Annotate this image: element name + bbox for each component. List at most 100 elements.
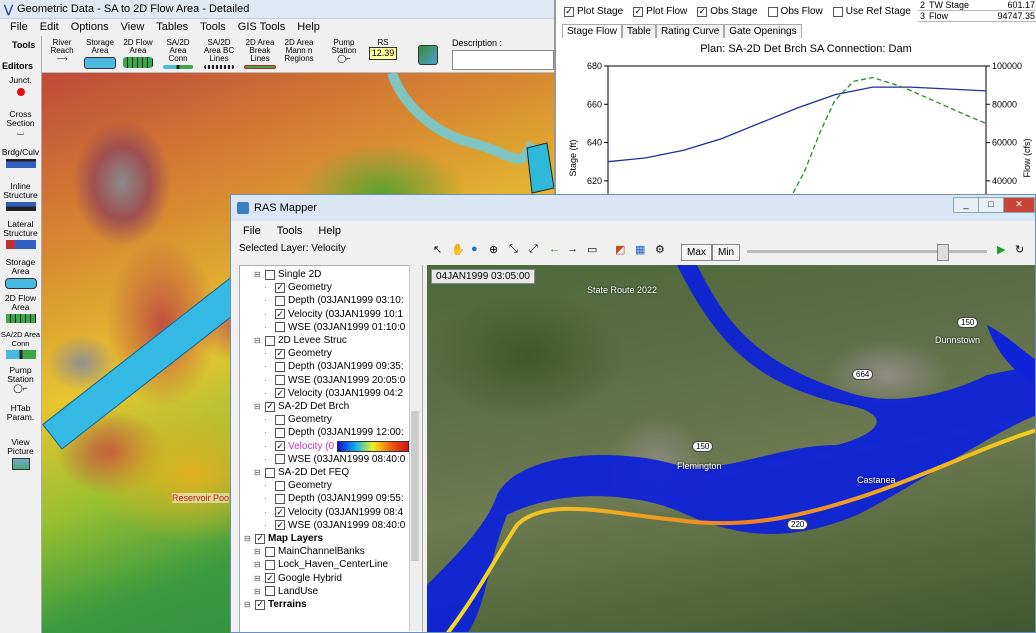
flow-area-2d-button[interactable]: 2D Flow Area <box>120 38 156 70</box>
sa-2d-conn-button[interactable]: SA/2D Area Conn <box>158 38 198 70</box>
mann-regions-button[interactable]: 2D Area Mann n Regions <box>281 38 317 70</box>
storage-area-button[interactable]: Storage Area <box>83 38 117 70</box>
menu-file[interactable]: File <box>4 21 34 33</box>
expander-icon[interactable]: ⊟ <box>254 336 262 345</box>
refresh-icon[interactable]: ↻ <box>1015 243 1024 256</box>
layer-checkbox[interactable]: ✓ <box>265 401 275 412</box>
tree-item[interactable]: ⊟ ✓ SA-2D Det Brch <box>254 400 349 413</box>
tree-item[interactable]: · ✓ Velocity (03JAN1999 10:1 <box>264 308 403 321</box>
geo-titlebar[interactable]: ⋁ Geometric Data - SA to 2D Flow Area - … <box>0 0 554 19</box>
expander-icon[interactable]: ⊟ <box>254 270 262 279</box>
storage-area-editor-button[interactable]: Storage Area <box>0 258 41 289</box>
htab-param-button[interactable]: HTab Param. <box>0 404 41 422</box>
tree-item[interactable]: · ✓ WSE (03JAN1999 08:40:0 <box>264 519 405 532</box>
layer-checkbox[interactable]: ✓ <box>275 282 285 293</box>
cross-section-button[interactable]: Cross Section ⌴ <box>0 110 41 137</box>
layer-checkbox[interactable] <box>275 427 285 438</box>
zoom-in-icon[interactable]: ⊕ <box>489 243 498 256</box>
ras-menu-tools[interactable]: Tools <box>277 225 303 237</box>
expander-icon[interactable]: ⊟ <box>254 547 262 556</box>
tree-item[interactable]: · WSE (03JAN1999 08:40:0 <box>264 453 405 466</box>
close-button[interactable]: ✕ <box>1003 197 1035 213</box>
time-slider[interactable] <box>747 250 987 253</box>
layer-checkbox[interactable] <box>275 454 285 465</box>
menu-tables[interactable]: Tables <box>150 21 194 33</box>
forward-arrow-icon[interactable]: → <box>567 243 578 255</box>
full-extent-icon[interactable]: ⤢ <box>529 243 538 256</box>
ras-map-view[interactable]: 04JAN1999 03:05:00 State Route 2022 Dunn… <box>427 265 1035 632</box>
max-button[interactable]: Max <box>681 244 712 261</box>
layer-checkbox[interactable] <box>265 467 275 478</box>
layer-checkbox[interactable]: ✓ <box>255 599 265 610</box>
pointer-icon[interactable]: ↖ <box>433 243 442 256</box>
expander-icon[interactable]: ⊟ <box>254 574 262 583</box>
layer-style-icon[interactable]: ◩ <box>615 243 625 256</box>
time-slider-thumb[interactable] <box>937 244 949 261</box>
junction-button[interactable]: Junct. <box>0 76 41 96</box>
menu-tools[interactable]: Tools <box>194 21 232 33</box>
plot-stage-checkbox[interactable]: ✓ Plot Stage <box>564 6 623 17</box>
tree-item[interactable]: · WSE (03JAN1999 20:05:0 <box>264 374 405 387</box>
expander-icon[interactable]: ⊟ <box>244 534 252 543</box>
layer-checkbox[interactable]: ✓ <box>275 348 285 359</box>
layer-checkbox[interactable] <box>275 480 285 491</box>
use-ref-stage-checkbox[interactable]: Use Ref Stage <box>832 6 911 17</box>
obs-flow-checkbox[interactable]: Obs Flow <box>767 6 823 17</box>
map-icon-button[interactable] <box>417 38 439 70</box>
tree-item[interactable]: ⊟ 2D Levee Struc <box>254 334 347 347</box>
tab-rating-curve[interactable]: Rating Curve <box>655 24 725 38</box>
expander-icon[interactable]: ⊟ <box>244 600 252 609</box>
tree-item[interactable]: · ✓ Velocity (03JAN1999 08:4 <box>264 506 403 519</box>
expander-icon[interactable]: ⊟ <box>254 402 262 411</box>
tree-item[interactable]: ⊟ Single 2D <box>254 268 321 281</box>
back-arrow-icon[interactable]: ← <box>549 243 560 255</box>
tree-scrollbar-thumb[interactable] <box>411 411 419 561</box>
sa-2d-conn-editor-button[interactable]: SA/2D Area Conn <box>0 330 41 359</box>
tree-item[interactable]: · ✓ Geometry <box>264 347 332 360</box>
tree-item[interactable]: · ✓ Velocity (03JAN1999 04:2 <box>264 387 403 400</box>
menu-options[interactable]: Options <box>65 21 115 33</box>
expander-icon[interactable]: ⊟ <box>254 468 262 477</box>
layer-checkbox[interactable] <box>265 335 275 346</box>
globe-icon[interactable]: ● <box>471 243 478 255</box>
layer-checkbox[interactable] <box>265 269 275 280</box>
tree-item[interactable]: ⊟ SA-2D Det FEQ <box>254 466 349 479</box>
tree-item[interactable]: · WSE (03JAN1999 01:10:0 <box>264 321 405 334</box>
layer-checkbox[interactable]: ✓ <box>275 507 285 518</box>
tree-item[interactable]: ⊟ ✓ Terrains <box>244 598 307 611</box>
layer-checkbox[interactable] <box>275 322 285 333</box>
tree-item[interactable]: · ✓ Velocity (0 <box>264 440 410 453</box>
lateral-structure-button[interactable]: Lateral Structure <box>0 220 41 249</box>
layer-checkbox[interactable]: ✓ <box>275 441 285 452</box>
layer-checkbox[interactable]: ✓ <box>275 309 285 320</box>
tree-item[interactable]: ⊟ LandUse <box>254 585 318 598</box>
tree-item[interactable]: · Depth (03JAN1999 09:55: <box>264 492 404 505</box>
tree-item[interactable]: · ✓ Geometry <box>264 281 332 294</box>
pump-station-button[interactable]: Pump Station ◯⌐ <box>327 38 361 70</box>
layer-checkbox[interactable] <box>265 586 275 597</box>
plot-flow-checkbox[interactable]: ✓ Plot Flow <box>633 6 687 17</box>
layer-checkbox[interactable] <box>275 375 285 386</box>
maximize-button[interactable]: □ <box>978 197 1004 213</box>
ras-menu-file[interactable]: File <box>243 225 261 237</box>
bridge-culvert-button[interactable]: Brdg/Culv <box>0 148 41 168</box>
tree-item[interactable]: ⊟ ✓ Map Layers <box>244 532 323 545</box>
play-icon[interactable]: ▶ <box>997 243 1005 256</box>
break-lines-button[interactable]: 2D Area Break Lines <box>241 38 279 70</box>
layer-checkbox[interactable]: ✓ <box>275 388 285 399</box>
description-field[interactable] <box>452 50 554 70</box>
menu-gis-tools[interactable]: GIS Tools <box>232 21 292 33</box>
layer-checkbox[interactable] <box>275 414 285 425</box>
tree-item[interactable]: · Depth (03JAN1999 12:00: <box>264 426 404 439</box>
measure-icon[interactable]: ▭ <box>587 243 597 256</box>
flow-area-2d-editor-button[interactable]: 2D Flow Area <box>0 294 41 323</box>
layer-checkbox[interactable] <box>275 493 285 504</box>
layer-checkbox[interactable] <box>275 295 285 306</box>
layer-checkbox[interactable]: ✓ <box>275 520 285 531</box>
menu-help[interactable]: Help <box>291 21 326 33</box>
ras-titlebar[interactable]: RAS Mapper <box>231 195 1035 221</box>
menu-view[interactable]: View <box>115 21 151 33</box>
tab-gate-openings[interactable]: Gate Openings <box>724 24 802 38</box>
tree-item[interactable]: · Depth (03JAN1999 03:10: <box>264 294 404 307</box>
obs-stage-checkbox[interactable]: ✓ Obs Stage <box>697 6 758 17</box>
